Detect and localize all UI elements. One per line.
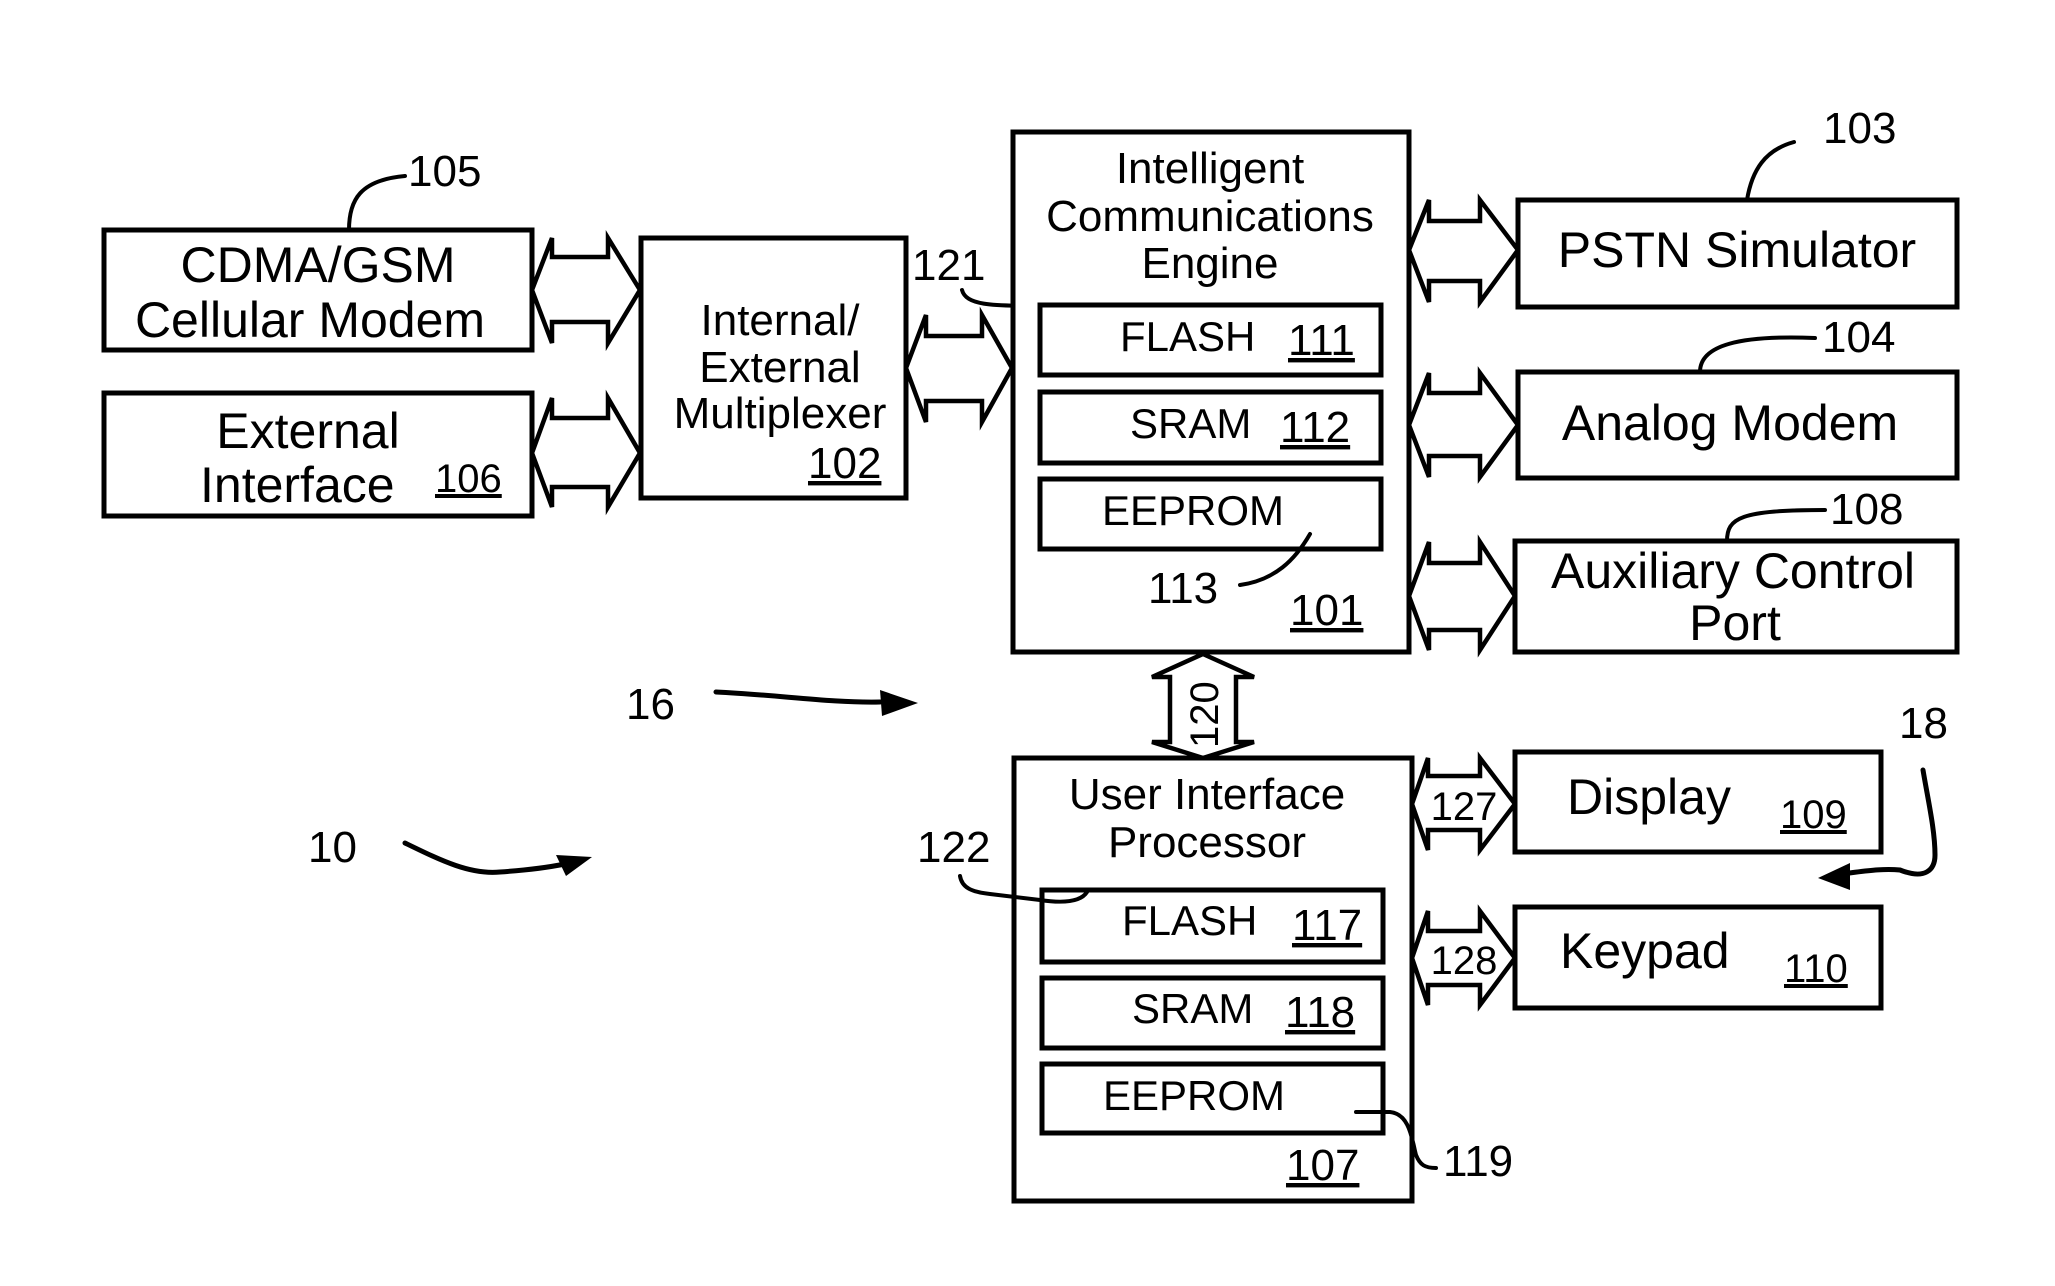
uip-flash-label: FLASH xyxy=(1122,897,1257,944)
external-interface-label-2: Interface xyxy=(200,457,395,513)
ref-111: 111 xyxy=(1288,316,1355,365)
keypad-block: Keypad 110 xyxy=(1512,904,1884,1011)
pointer-10 xyxy=(402,840,568,875)
ice-label-1: Intelligent xyxy=(1116,144,1304,193)
arrow-ice-aux xyxy=(1406,534,1518,658)
arrow-extif-mux xyxy=(529,389,643,516)
pointer-18-head xyxy=(1818,863,1850,890)
ice-flash-label: FLASH xyxy=(1120,313,1255,360)
ref-110: 110 xyxy=(1784,947,1848,991)
ref-122: 122 xyxy=(917,823,990,872)
ref-113: 113 xyxy=(1148,564,1218,613)
uip-eeprom-label: EEPROM xyxy=(1103,1072,1285,1119)
multiplexer-label-1: Internal/ xyxy=(701,296,861,345)
ice-block: Intelligent Communications Engine FLASH … xyxy=(1010,129,1412,655)
ref-105: 105 xyxy=(408,147,481,196)
ref-104: 104 xyxy=(1822,313,1895,362)
analog-modem-block: Analog Modem 104 xyxy=(1515,313,1960,481)
ref-leader-105 xyxy=(347,174,407,232)
ref-108: 108 xyxy=(1830,485,1903,534)
ref-leader-104 xyxy=(1698,335,1817,374)
ref-128: 128 xyxy=(1431,939,1498,983)
pointer-16-head xyxy=(880,690,918,716)
multiplexer-label-2: External xyxy=(699,343,860,392)
ice-label-2: Communications xyxy=(1046,192,1374,241)
ref-106: 106 xyxy=(435,457,502,501)
ref-leader-103 xyxy=(1745,140,1796,202)
display-label: Display xyxy=(1567,769,1731,825)
pointer-10-head xyxy=(556,855,592,876)
ref-107: 107 xyxy=(1286,1141,1359,1190)
display-block: Display 109 xyxy=(1512,749,1884,855)
ref-leader-108 xyxy=(1725,508,1827,543)
ref-101: 101 xyxy=(1290,586,1363,635)
uip-label-2: Processor xyxy=(1108,818,1306,867)
cellular-modem-block: CDMA/GSM Cellular Modem 105 xyxy=(101,147,535,353)
ref-112: 112 xyxy=(1280,403,1350,452)
cellular-modem-label-1: CDMA/GSM xyxy=(181,237,456,293)
cellular-modem-label-2: Cellular Modem xyxy=(135,292,485,348)
aux-port-label-2: Port xyxy=(1689,595,1781,651)
uip-label-1: User Interface xyxy=(1069,770,1345,819)
external-interface-label-1: External xyxy=(216,403,399,459)
aux-port-label-1: Auxiliary Control xyxy=(1551,543,1915,599)
aux-port-block: Auxiliary Control Port 108 xyxy=(1512,485,1960,655)
multiplexer-block: Internal/ External Multiplexer 102 xyxy=(638,235,909,501)
ref-103: 103 xyxy=(1823,104,1896,153)
pointer-16 xyxy=(713,689,883,705)
ice-label-3: Engine xyxy=(1141,239,1278,288)
pstn-simulator-label: PSTN Simulator xyxy=(1558,222,1916,278)
ref-118: 118 xyxy=(1285,988,1355,1037)
arrow-ice-analog xyxy=(1406,366,1521,484)
ref-102: 102 xyxy=(808,439,881,488)
ref-121: 121 xyxy=(912,241,985,290)
ref-120: 120 xyxy=(1183,681,1227,748)
block-diagram: CDMA/GSM Cellular Modem 105 External Int… xyxy=(101,104,1960,1204)
pstn-simulator-block: PSTN Simulator 103 xyxy=(1515,104,1960,310)
multiplexer-label-3: Multiplexer xyxy=(674,389,887,438)
uip-sram-label: SRAM xyxy=(1132,985,1253,1032)
arrow-mux-ice xyxy=(903,306,1015,431)
ref-127: 127 xyxy=(1431,785,1498,829)
ref-109: 109 xyxy=(1780,793,1847,837)
ice-eeprom-label: EEPROM xyxy=(1102,487,1284,534)
ref-119: 119 xyxy=(1443,1137,1513,1186)
ref-16: 16 xyxy=(626,680,675,729)
analog-modem-label: Analog Modem xyxy=(1562,395,1898,451)
link-ice-uip: 120 xyxy=(1151,651,1255,761)
ice-sram-label: SRAM xyxy=(1130,400,1251,447)
external-interface-block: External Interface 106 xyxy=(101,390,535,519)
arrow-ice-pstn xyxy=(1406,193,1521,309)
ref-117: 117 xyxy=(1292,901,1362,950)
ref-18: 18 xyxy=(1899,699,1948,748)
keypad-label: Keypad xyxy=(1560,923,1730,979)
arrow-modem-mux xyxy=(529,230,643,352)
ref-10: 10 xyxy=(308,823,357,872)
